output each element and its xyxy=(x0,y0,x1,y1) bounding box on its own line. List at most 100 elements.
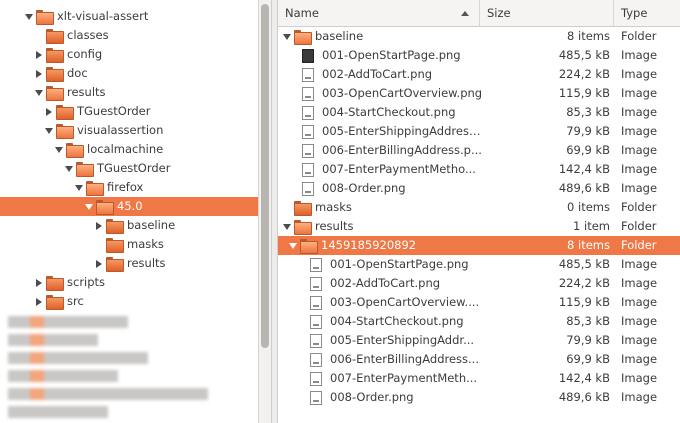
sort-ascending-icon xyxy=(461,11,469,16)
expander-expanded-icon[interactable] xyxy=(84,197,94,216)
tree-item[interactable]: visualassertion xyxy=(0,121,163,140)
size-column-label: Size xyxy=(487,6,511,20)
expander-collapsed-icon[interactable] xyxy=(94,216,104,235)
file-type: Image xyxy=(621,371,658,385)
tree-item[interactable]: localmachine xyxy=(0,140,163,159)
tree-item[interactable]: baseline xyxy=(0,216,175,235)
list-row[interactable]: 005-EnterShippingAddr... 79,9 kB Image xyxy=(278,331,680,350)
tree-item[interactable]: scripts xyxy=(0,273,105,292)
tree-item-label: config xyxy=(67,47,103,61)
expander-collapsed-icon[interactable] xyxy=(94,254,104,273)
list-row[interactable]: 002-AddToCart.png 224,2 kB Image xyxy=(278,274,680,293)
file-name: 002-AddToCart.png xyxy=(322,67,433,81)
expander-collapsed-icon[interactable] xyxy=(34,273,44,292)
list-row[interactable]: 006-EnterBillingAddress.p... 69,9 kB Image xyxy=(278,141,680,160)
expander-collapsed-icon[interactable] xyxy=(34,292,44,311)
list-row[interactable]: results 1 item Folder xyxy=(278,217,680,236)
list-row[interactable]: 1459185920892 8 items Folder xyxy=(278,236,680,255)
list-row-name: baseline xyxy=(282,27,483,46)
tree-item[interactable]: xlt-visual-assert xyxy=(0,7,148,26)
expander-expanded-icon[interactable] xyxy=(74,178,84,197)
list-row-name: 004-StartCheckout.png xyxy=(310,312,483,331)
tree-scrollbar[interactable] xyxy=(258,0,271,423)
file-name: 003-OpenCartOverview.png xyxy=(322,86,483,100)
image-file-icon xyxy=(302,143,314,158)
tree-item[interactable]: doc xyxy=(0,64,88,83)
tree-scrollbar-thumb[interactable] xyxy=(261,4,269,348)
tree-item[interactable]: TGuestOrder xyxy=(0,159,170,178)
size-column-header[interactable]: Size xyxy=(480,0,614,27)
list-row[interactable]: 004-StartCheckout.png 85,3 kB Image xyxy=(278,312,680,331)
type-column-header[interactable]: Type xyxy=(614,0,680,27)
folder-icon xyxy=(106,219,124,234)
list-row[interactable]: 001-OpenStartPage.png 485,5 kB Image xyxy=(278,46,680,65)
expander-expanded-icon[interactable] xyxy=(282,27,292,46)
image-file-icon xyxy=(310,295,322,310)
expander-expanded-icon[interactable] xyxy=(64,159,74,178)
tree-item[interactable]: results xyxy=(0,254,166,273)
expander-collapsed-icon[interactable] xyxy=(44,102,54,121)
list-row[interactable]: 006-EnterBillingAddress... 69,9 kB Image xyxy=(278,350,680,369)
expander-expanded-icon[interactable] xyxy=(44,121,54,140)
folder-icon xyxy=(36,10,54,25)
tree-item[interactable]: results xyxy=(0,83,106,102)
file-type: Image xyxy=(621,314,658,328)
list-row[interactable]: 002-AddToCart.png 224,2 kB Image xyxy=(278,65,680,84)
file-type: Image xyxy=(621,276,658,290)
expander-expanded-icon[interactable] xyxy=(288,236,298,255)
image-file-icon xyxy=(302,105,314,120)
tree-item[interactable]: classes xyxy=(0,26,109,45)
expander-collapsed-icon[interactable] xyxy=(34,64,44,83)
tree-item-label: xlt-visual-assert xyxy=(57,9,149,23)
list-row[interactable]: 007-EnterPaymentMetho... 142,4 kB Image xyxy=(278,160,680,179)
list-row[interactable]: 008-Order.png 489,6 kB Image xyxy=(278,388,680,407)
tree-item[interactable]: src xyxy=(0,292,84,311)
image-file-icon xyxy=(302,67,314,82)
expander-collapsed-icon[interactable] xyxy=(34,45,44,64)
tree-item[interactable]: TGuestOrder xyxy=(0,102,150,121)
list-row[interactable]: 001-OpenStartPage.png 485,5 kB Image xyxy=(278,255,680,274)
file-type: Image xyxy=(621,390,658,404)
tree-item-label: classes xyxy=(67,28,109,42)
image-file-icon xyxy=(302,86,314,101)
list-row-name: 006-EnterBillingAddress.p... xyxy=(302,141,483,160)
tree-item[interactable]: 45.0 xyxy=(0,197,258,216)
file-type: Image xyxy=(621,352,658,366)
image-file-icon xyxy=(310,276,322,291)
expander-expanded-icon[interactable] xyxy=(34,83,44,102)
file-type: Image xyxy=(621,333,658,347)
folder-tree: xlt-visual-assert classes config doc results… xyxy=(0,0,258,423)
tree-item[interactable]: masks xyxy=(0,235,164,254)
list-row[interactable]: baseline 8 items Folder xyxy=(278,27,680,46)
list-row[interactable]: 005-EnterShippingAddress... 79,9 kB Image xyxy=(278,122,680,141)
expander-expanded-icon[interactable] xyxy=(282,217,292,236)
file-type: Folder xyxy=(621,219,657,233)
image-file-icon xyxy=(302,181,314,196)
list-row[interactable]: 003-OpenCartOverview.... 115,9 kB Image xyxy=(278,293,680,312)
list-row-name: 006-EnterBillingAddress... xyxy=(310,350,483,369)
image-file-icon xyxy=(310,390,322,405)
list-row[interactable]: 003-OpenCartOverview.png 115,9 kB Image xyxy=(278,84,680,103)
file-size: 85,3 kB xyxy=(566,314,610,328)
tree-item[interactable]: firefox xyxy=(0,178,143,197)
file-size: 79,9 kB xyxy=(566,124,610,138)
name-column-header[interactable]: Name xyxy=(278,0,480,27)
file-size: 8 items xyxy=(567,238,610,252)
pane-divider[interactable] xyxy=(271,0,278,423)
file-name: baseline xyxy=(315,29,364,43)
expander-expanded-icon[interactable] xyxy=(54,140,64,159)
image-file-icon xyxy=(302,124,314,139)
file-type: Folder xyxy=(621,238,657,252)
list-row-name: 1459185920892 xyxy=(288,236,483,255)
list-row[interactable]: 008-Order.png 489,6 kB Image xyxy=(278,179,680,198)
list-row[interactable]: 007-EnterPaymentMeth... 142,4 kB Image xyxy=(278,369,680,388)
list-row[interactable]: masks 0 items Folder xyxy=(278,198,680,217)
list-row[interactable]: 004-StartCheckout.png 85,3 kB Image xyxy=(278,103,680,122)
tree-item-label: baseline xyxy=(127,218,176,232)
tree-item-label: scripts xyxy=(67,275,106,289)
file-name: 004-StartCheckout.png xyxy=(330,314,464,328)
expander-expanded-icon[interactable] xyxy=(24,7,34,26)
tree-item[interactable]: config xyxy=(0,45,102,64)
